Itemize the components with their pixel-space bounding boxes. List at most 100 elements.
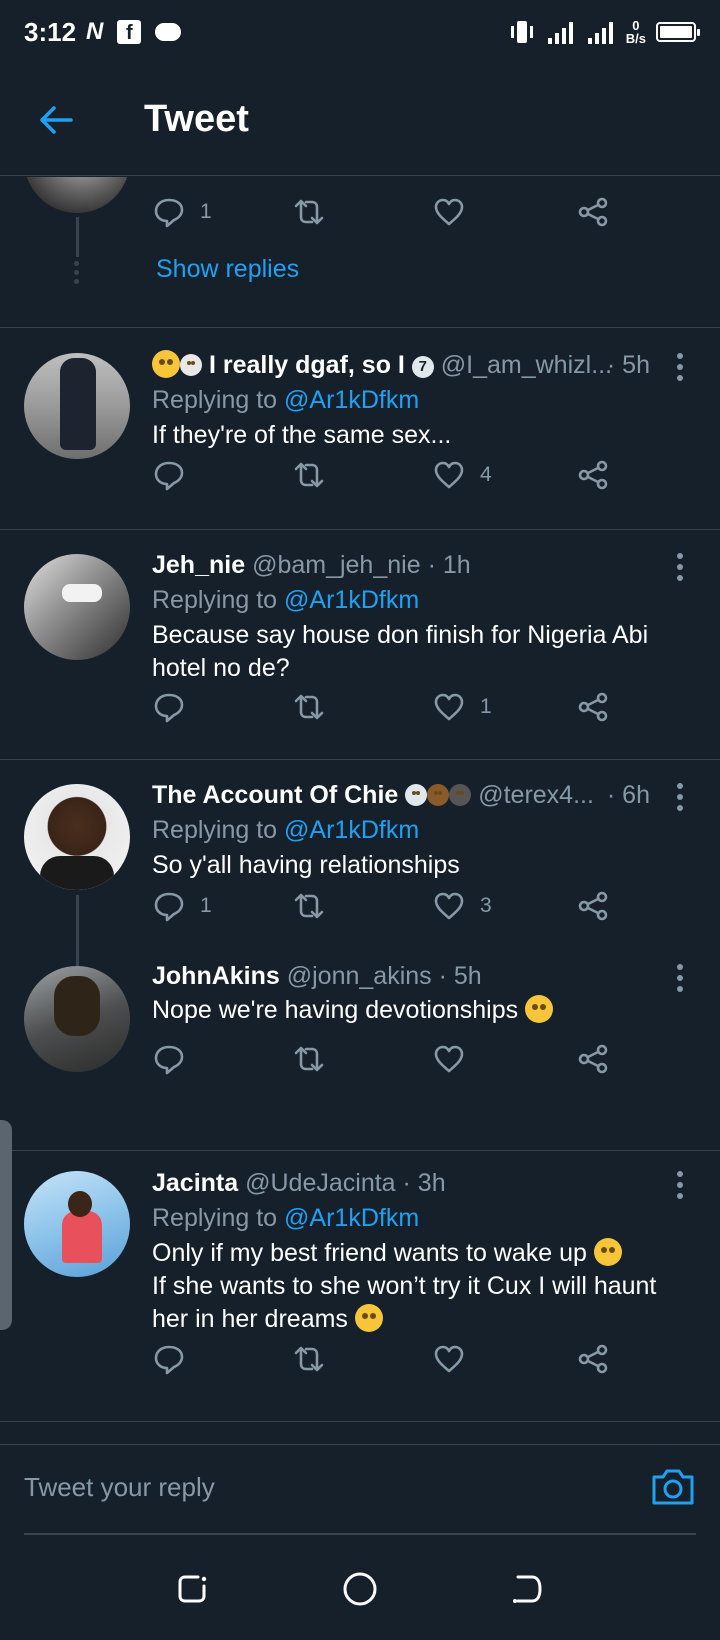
reply-button[interactable] [152,455,200,495]
reply-button[interactable]: 1 [152,886,212,926]
like-count: 1 [480,695,492,718]
retweet-button[interactable] [292,886,326,926]
share-button[interactable] [576,455,610,495]
emoji-icon [152,350,180,378]
retweet-icon [294,694,324,720]
status-time: 3:12 [24,16,77,47]
avatar[interactable] [24,554,130,660]
tweet[interactable]: The Account Of Chie @terex4... · 6h Repl… [0,760,720,966]
home-button[interactable] [338,1567,382,1611]
edge-panel-handle[interactable] [0,1120,12,1330]
like-button[interactable]: 3 [432,886,492,926]
mention-link[interactable]: @Ar1kDfkm [284,386,419,414]
back-nav-button[interactable] [505,1567,549,1611]
like-count: 4 [480,463,492,486]
share-button[interactable] [576,1039,610,1079]
mention-link[interactable]: @Ar1kDfkm [284,586,419,614]
tweet-actions [152,1039,632,1079]
gorilla-icon [449,784,472,806]
tweet-text: Because say house don finish for Nigeria… [152,621,649,682]
avatar[interactable] [24,353,130,459]
avatar[interactable] [24,177,130,213]
retweet-button[interactable] [292,455,326,495]
retweet-button[interactable] [292,687,326,727]
recent-apps-button[interactable] [171,1567,215,1611]
heart-icon [434,198,464,226]
reply-button[interactable] [152,687,200,727]
tweet-actions: 1 [152,687,632,727]
net-speed: 0 B/s [625,18,646,46]
replying-to: Replying to @Ar1kDfkm [152,1204,420,1232]
replying-to: Replying to @Ar1kDfkm [152,386,420,414]
tweet-text: If they're of the same sex... [152,421,452,449]
reply-icon [154,892,184,922]
tweet[interactable]: I really dgaf, so I 7 @I_am_whizl... · 5… [0,328,720,529]
avatar[interactable] [24,784,130,890]
more-options-button[interactable] [670,780,690,814]
share-button[interactable] [576,192,610,232]
avatar[interactable] [24,1171,130,1277]
share-icon [578,460,608,490]
like-button[interactable]: 4 [432,455,492,495]
replying-to: Replying to @Ar1kDfkm [152,816,420,844]
more-options-button[interactable] [670,350,690,384]
mention-link[interactable]: @Ar1kDfkm [284,1204,419,1232]
notification-n-icon: N [86,18,104,45]
tweet-text: Nope we're having devotionships [152,994,696,1027]
back-button[interactable] [28,92,84,148]
signal-icon [547,22,573,44]
tweet[interactable]: Jeh_nie @bam_jeh_nie · 1h Replying to @A… [0,530,720,759]
share-icon [578,197,608,227]
retweet-icon [294,199,324,225]
reply-button[interactable]: 1 [152,192,212,232]
reply-button[interactable] [152,1339,200,1379]
share-button[interactable] [576,687,610,727]
tweet-time: · 5h [438,962,482,990]
tweet-time: · 6h [606,781,650,809]
share-button[interactable] [576,886,610,926]
retweet-button[interactable] [292,192,326,232]
more-options-button[interactable] [670,1168,690,1202]
tweet-author-name: Jacinta [152,1169,239,1197]
share-icon [578,1344,608,1374]
tweet-text: Only if my best friend wants to wake up … [152,1238,657,1333]
reply-icon [154,1345,184,1375]
cloud-icon [155,23,182,41]
heart-icon [434,1345,464,1373]
more-options-button[interactable] [670,961,690,995]
retweet-button[interactable] [292,1039,326,1079]
share-button[interactable] [576,1339,610,1379]
more-options-button[interactable] [670,550,690,584]
like-button[interactable] [432,192,466,232]
show-replies-link[interactable]: Show replies [156,255,299,284]
replying-to: Replying to @Ar1kDfkm [152,586,420,614]
avatar[interactable] [24,966,130,1072]
reply-button[interactable] [152,1039,200,1079]
smirk-emoji-icon [354,1304,383,1332]
badge-icon: 7 [411,356,434,378]
eye-roll-emoji-icon [525,995,554,1023]
tweet-feed[interactable]: 1 Show replies I really dgaf, so I 7 @I_… [0,177,720,1443]
tweet[interactable]: Jacinta @UdeJacinta · 3h Replying to @Ar… [0,1151,720,1395]
partial-tweet[interactable]: 1 Show replies [0,177,720,327]
tweet-actions: 1 [152,192,632,232]
retweet-button[interactable] [292,1339,326,1379]
reply-icon [154,198,184,228]
arrow-left-icon [40,105,73,134]
reply-input[interactable] [24,1459,624,1515]
share-icon [578,1044,608,1074]
like-button[interactable] [432,1339,480,1379]
status-bar: 3:12 N f 0 B/s [0,0,720,64]
camera-button[interactable] [650,1465,696,1507]
tweet[interactable]: JohnAkins @jonn_akins · 5h Nope we're ha… [0,962,720,1124]
reply-icon [154,693,184,723]
mention-link[interactable]: @Ar1kDfkm [284,816,419,844]
like-button[interactable] [432,1039,480,1079]
tweet-author-handle: @I_am_whizl... [440,351,613,379]
tweet-actions: 4 [152,455,632,495]
tweet-author-handle: @terex4... [478,781,594,809]
tweet-author-name: The Account Of Chie [152,781,399,809]
like-button[interactable]: 1 [432,687,492,727]
bird-icon [427,784,450,806]
tweet-author-name: JohnAkins [152,962,280,990]
